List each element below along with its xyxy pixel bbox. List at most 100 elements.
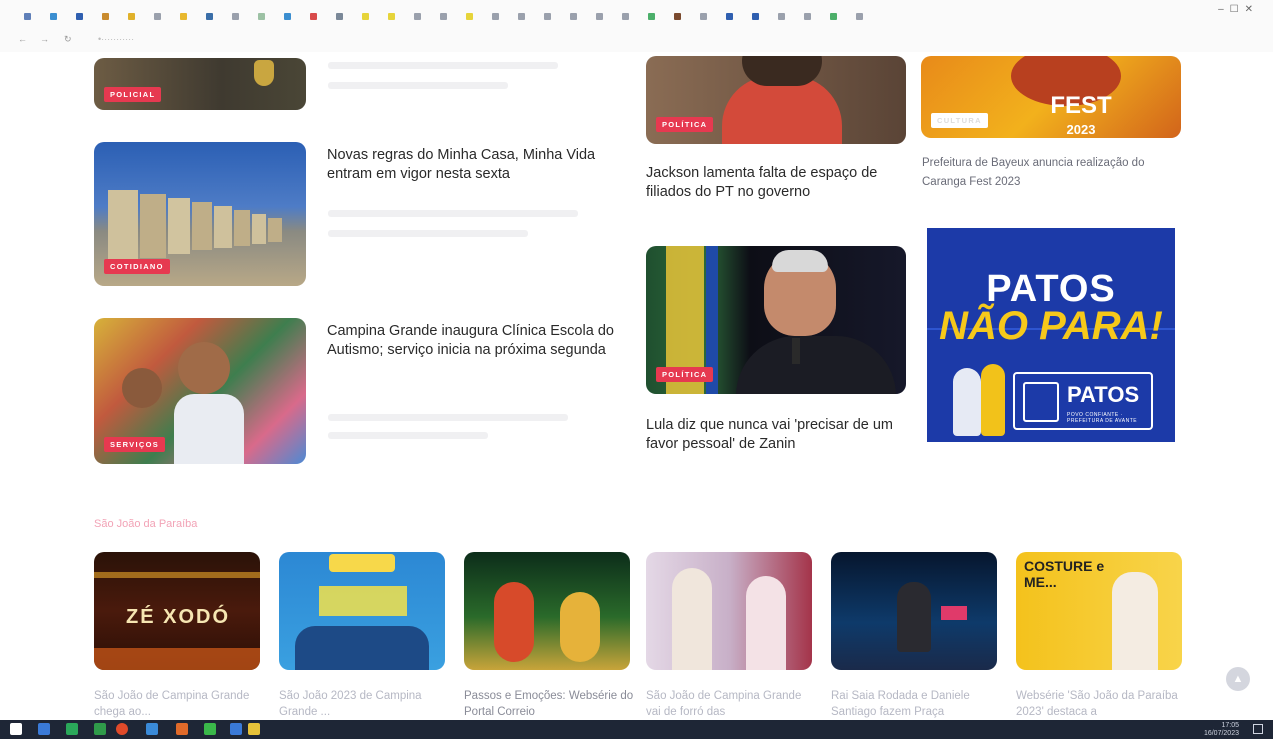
sj-item-image[interactable]: ZÉ XODÓ bbox=[94, 552, 260, 670]
sj-item-caption[interactable]: São João de Campina Grande chega ao... bbox=[94, 688, 264, 720]
page-icon bbox=[231, 12, 239, 20]
headline-lula[interactable]: Lula diz que nunca vai 'precisar de um f… bbox=[646, 416, 906, 454]
chrome-icon[interactable] bbox=[116, 723, 128, 735]
article-image-caranga-fest[interactable]: FEST 2023 CULTURA bbox=[921, 56, 1181, 138]
minimize-icon[interactable]: – bbox=[1218, 4, 1230, 15]
browser-tab[interactable] bbox=[352, 8, 378, 24]
browser-tab[interactable] bbox=[534, 8, 560, 24]
category-badge: COTIDIANO bbox=[104, 259, 170, 274]
sj-item-caption[interactable]: Passos e Emoções: Websérie do Portal Cor… bbox=[464, 688, 634, 720]
page-icon bbox=[205, 12, 213, 20]
back-icon[interactable]: ← bbox=[18, 34, 27, 44]
window-controls[interactable]: –☐✕ bbox=[1218, 4, 1259, 15]
browser-tab[interactable] bbox=[66, 8, 92, 24]
page-icon bbox=[465, 12, 473, 20]
browser-tab[interactable] bbox=[742, 8, 768, 24]
browser-tab[interactable] bbox=[222, 8, 248, 24]
sj-item-image[interactable] bbox=[646, 552, 812, 670]
page-icon bbox=[361, 12, 369, 20]
address-bar[interactable]: ← → ↻ •··········· bbox=[14, 30, 1264, 48]
dancer bbox=[560, 592, 600, 662]
browser-tab[interactable] bbox=[326, 8, 352, 24]
taskbar-app-icon[interactable] bbox=[230, 723, 242, 735]
browser-tab[interactable] bbox=[768, 8, 794, 24]
taskbar-app-icon[interactable] bbox=[204, 723, 216, 735]
browser-tab[interactable] bbox=[690, 8, 716, 24]
article-image-policial[interactable]: POLICIAL bbox=[94, 58, 306, 110]
forward-icon[interactable]: → bbox=[40, 34, 49, 44]
building bbox=[234, 210, 250, 246]
reload-icon[interactable]: ↻ bbox=[64, 34, 72, 45]
article-image-politica-lula[interactable]: POLÍTICA bbox=[646, 246, 906, 394]
sj-item-image[interactable] bbox=[279, 552, 445, 670]
child-face bbox=[122, 368, 162, 408]
browser-tab[interactable] bbox=[612, 8, 638, 24]
building bbox=[192, 202, 212, 250]
browser-tab[interactable] bbox=[560, 8, 586, 24]
page-icon bbox=[647, 12, 655, 20]
browser-tab[interactable] bbox=[144, 8, 170, 24]
article-image-servicos[interactable]: SERVIÇOS bbox=[94, 318, 306, 464]
taskbar-app-icon[interactable] bbox=[38, 723, 50, 735]
headline-caranga-fest[interactable]: Prefeitura de Bayeux anuncia realização … bbox=[922, 154, 1177, 192]
logo-subtext: POVO CONFIANTE · PREFEITURA DE AVANTE bbox=[1067, 412, 1138, 424]
taskbar-app-icon[interactable] bbox=[248, 723, 260, 735]
browser-tab[interactable] bbox=[170, 8, 196, 24]
browser-tab[interactable] bbox=[14, 8, 40, 24]
browser-tab[interactable] bbox=[638, 8, 664, 24]
browser-tab[interactable] bbox=[846, 8, 872, 24]
page-icon bbox=[179, 12, 187, 20]
browser-tab[interactable] bbox=[482, 8, 508, 24]
browser-tab[interactable] bbox=[40, 8, 66, 24]
url-field[interactable]: •··········· bbox=[98, 34, 134, 44]
category-badge: POLÍTICA bbox=[656, 367, 714, 382]
start-icon[interactable] bbox=[10, 723, 22, 735]
close-icon[interactable]: ✕ bbox=[1245, 4, 1259, 15]
browser-tab[interactable] bbox=[794, 8, 820, 24]
sj-item-caption[interactable]: São João de Campina Grande vai de forró … bbox=[646, 688, 816, 720]
page-icon bbox=[595, 12, 603, 20]
dancer bbox=[494, 582, 534, 662]
browser-tab[interactable] bbox=[378, 8, 404, 24]
sj-item-image[interactable]: COSTURE e ME... bbox=[1016, 552, 1182, 670]
article-image-cotidiano[interactable]: COTIDIANO bbox=[94, 142, 306, 286]
taskbar-app-icon[interactable] bbox=[94, 723, 106, 735]
logo-text: PATOS bbox=[1067, 382, 1140, 407]
browser-tab[interactable] bbox=[716, 8, 742, 24]
sj-item-caption[interactable]: Rai Saia Rodada e Daniele Santiago fazem… bbox=[831, 688, 1001, 720]
taskbar-app-icon[interactable] bbox=[66, 723, 78, 735]
browser-tab[interactable] bbox=[118, 8, 144, 24]
headline-minha-casa[interactable]: Novas regras do Minha Casa, Minha Vida e… bbox=[327, 146, 627, 184]
headline-jackson[interactable]: Jackson lamenta falta de espaço de filia… bbox=[646, 164, 911, 202]
browser-tab[interactable] bbox=[456, 8, 482, 24]
browser-tab[interactable] bbox=[300, 8, 326, 24]
browser-tab[interactable] bbox=[664, 8, 690, 24]
advertisement-banner[interactable]: PATOS NÃO PARA! PATOS POVO CONFIANTE · P… bbox=[927, 228, 1175, 442]
article-image-politica-jackson[interactable]: POLÍTICA bbox=[646, 56, 906, 144]
sj-image-text: ZÉ XODÓ bbox=[125, 606, 230, 628]
sj-item-caption[interactable]: Websérie 'São João da Paraíba 2023' dest… bbox=[1016, 688, 1186, 720]
browser-tab[interactable] bbox=[404, 8, 430, 24]
sj-item-image[interactable] bbox=[464, 552, 630, 670]
browser-tab[interactable] bbox=[508, 8, 534, 24]
page-icon bbox=[23, 12, 31, 20]
system-tray[interactable]: 17:05 16/07/2023 bbox=[1204, 722, 1239, 738]
scroll-to-top-button[interactable]: ▲ bbox=[1226, 667, 1250, 691]
browser-tab[interactable] bbox=[430, 8, 456, 24]
maximize-icon[interactable]: ☐ bbox=[1230, 4, 1245, 15]
sign bbox=[941, 606, 967, 620]
browser-tab[interactable] bbox=[196, 8, 222, 24]
browser-tab[interactable] bbox=[92, 8, 118, 24]
browser-tab[interactable] bbox=[820, 8, 846, 24]
browser-tab[interactable] bbox=[248, 8, 274, 24]
notification-icon[interactable] bbox=[1253, 724, 1263, 734]
taskbar-app-icon[interactable] bbox=[146, 723, 158, 735]
browser-tab[interactable] bbox=[586, 8, 612, 24]
sj-item-caption[interactable]: São João 2023 de Campina Grande ... bbox=[279, 688, 449, 720]
headline-clinica-autismo[interactable]: Campina Grande inaugura Clínica Escola d… bbox=[327, 322, 627, 360]
sj-item-image[interactable] bbox=[831, 552, 997, 670]
section-title[interactable]: São João da Paraíba bbox=[94, 518, 197, 530]
browser-tab[interactable] bbox=[274, 8, 300, 24]
page-icon bbox=[49, 12, 57, 20]
taskbar-app-icon[interactable] bbox=[176, 723, 188, 735]
